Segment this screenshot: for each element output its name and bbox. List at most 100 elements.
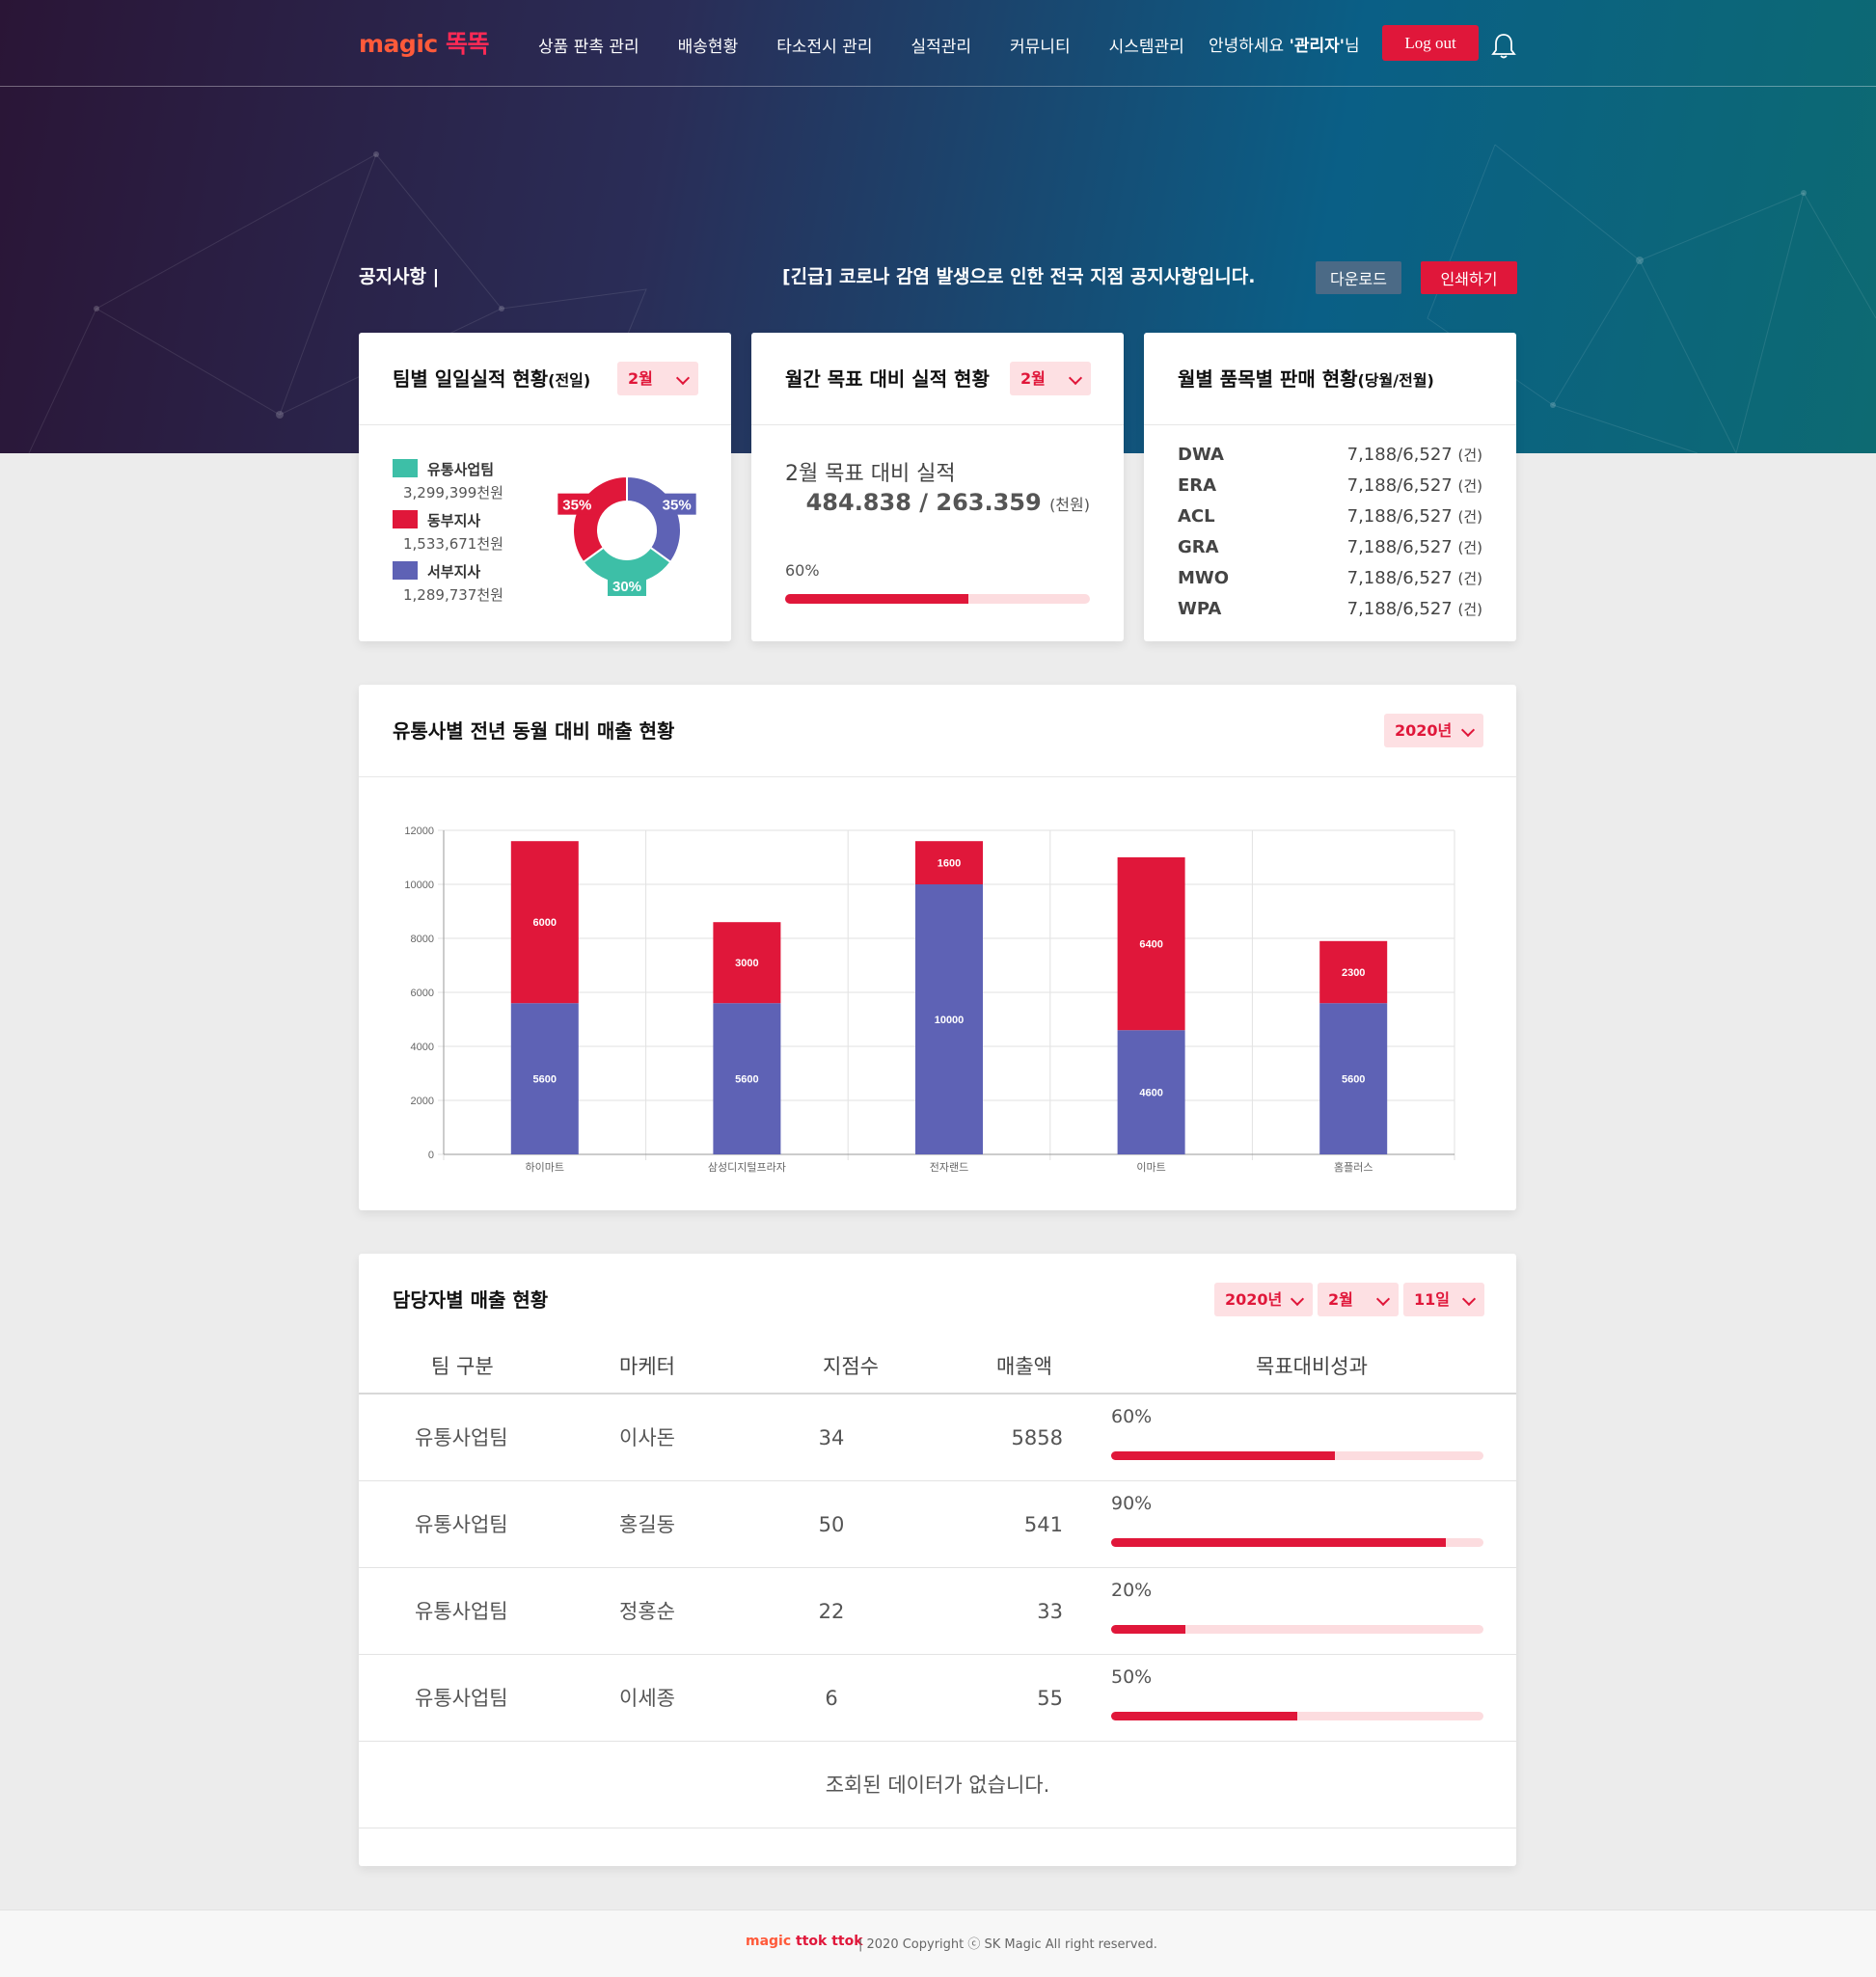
- menu-system[interactable]: 시스템관리: [1109, 33, 1184, 57]
- product-row: MWO 7,188/6,527 (건): [1178, 568, 1482, 599]
- bar-value-label: 5600: [1342, 1074, 1365, 1086]
- product-row: WPA 7,188/6,527 (건): [1178, 599, 1482, 630]
- bar-value-label: 1600: [938, 858, 961, 870]
- chevron-down-icon: [675, 370, 691, 386]
- table-row[interactable]: 유통사업팀 정홍순 22 33 20%: [359, 1568, 1516, 1655]
- branches-cell: 34: [818, 1426, 845, 1449]
- card-header: 팀별 일일실적 현황(전일) 2월: [359, 333, 731, 425]
- chevron-down-icon: [1068, 370, 1083, 386]
- year-select[interactable]: 2020년: [1384, 714, 1483, 747]
- y-tick-label: 8000: [411, 934, 434, 945]
- y-tick-label: 10000: [404, 880, 434, 891]
- notice-label: 공지사항 |: [359, 266, 440, 287]
- x-tick-label: 홈플러스: [1334, 1160, 1373, 1174]
- performance-bar: [1111, 1538, 1483, 1547]
- legend-swatch: [393, 510, 418, 528]
- month-select[interactable]: 2월: [1318, 1283, 1399, 1316]
- column-header: 매출액: [996, 1355, 1052, 1378]
- menu-community[interactable]: 커뮤니티: [1010, 33, 1071, 57]
- legend-value: 1,289,737천원: [403, 586, 503, 604]
- legend-swatch: [393, 459, 418, 477]
- product-value: 7,188/6,527 (건): [1346, 568, 1482, 588]
- product-name: WPA: [1178, 599, 1222, 619]
- day-select[interactable]: 11일: [1403, 1283, 1484, 1316]
- product-row: ACL 7,188/6,527 (건): [1178, 506, 1482, 537]
- donut-label: 35%: [562, 498, 591, 514]
- sales-cell: 5858: [1011, 1426, 1063, 1449]
- card-title: 팀별 일일실적 현황(전일): [393, 367, 591, 391]
- logout-button[interactable]: Log out: [1382, 25, 1479, 61]
- brand-logo[interactable]: magic 똑똑: [359, 25, 489, 60]
- y-tick-label: 4000: [411, 1042, 434, 1053]
- branches-cell: 22: [818, 1600, 845, 1623]
- print-button[interactable]: 인쇄하기: [1421, 261, 1517, 294]
- product-name: DWA: [1178, 445, 1224, 465]
- card-title: 월별 품목별 판매 현황(당월/전월): [1178, 367, 1434, 391]
- menu-delivery-status[interactable]: 배송현황: [678, 33, 739, 57]
- empty-row: 조회된 데이터가 없습니다.: [359, 1742, 1516, 1828]
- product-value: 7,188/6,527 (건): [1346, 506, 1482, 527]
- branches-cell: 50: [818, 1513, 845, 1536]
- top-navigation: magic 똑똑 상품 판촉 관리 배송현황 타소전시 관리 실적관리 커뮤니티…: [0, 0, 1876, 87]
- product-row: ERA 7,188/6,527 (건): [1178, 475, 1482, 506]
- performance-percent: 50%: [1111, 1666, 1153, 1688]
- chevron-down-icon: [1290, 1291, 1305, 1307]
- year-select[interactable]: 2020년: [1214, 1283, 1313, 1316]
- month-select[interactable]: 2월: [1010, 362, 1091, 395]
- product-row: DWA 7,188/6,527 (건): [1178, 445, 1482, 475]
- yoy-sales-card: 유통사별 전년 동월 대비 매출 현황 2020년 0 2000 4000 6000 8…: [359, 685, 1516, 1210]
- target-value: 484.838 / 263.359 (천원): [805, 489, 1090, 516]
- product-name: MWO: [1178, 568, 1230, 588]
- performance-bar: [1111, 1451, 1483, 1460]
- y-tick-label: 6000: [411, 988, 434, 999]
- team-daily-card: 팀별 일일실적 현황(전일) 2월 유통사업팀 3,299,399천원 동부지사…: [359, 333, 731, 641]
- product-name: ERA: [1178, 475, 1217, 496]
- month-select[interactable]: 2월: [617, 362, 698, 395]
- bar-value-label: 3000: [735, 958, 758, 969]
- bar-value-label: 6000: [533, 917, 557, 929]
- x-tick-label: 이마트: [1136, 1161, 1165, 1174]
- x-tick-label: 삼성디지털프라자: [708, 1161, 786, 1174]
- column-header: 목표대비성과: [1256, 1355, 1368, 1378]
- product-value: 7,188/6,527 (건): [1346, 537, 1482, 557]
- bar-value-label: 5600: [735, 1074, 758, 1086]
- table-row[interactable]: 유통사업팀 이사돈 34 5858 60%: [359, 1395, 1516, 1481]
- bar-value-label: 10000: [935, 1015, 965, 1026]
- notice-text[interactable]: [긴급] 코로나 감염 발생으로 인한 전국 지점 공지사항입니다.: [782, 262, 1255, 288]
- bell-icon[interactable]: [1491, 32, 1516, 59]
- menu-other-display[interactable]: 타소전시 관리: [776, 33, 872, 57]
- target-label: 2월 목표 대비 실적: [785, 462, 956, 486]
- legend-name: 유통사업팀: [427, 461, 495, 478]
- card-header: 월별 품목별 판매 현황(당월/전월): [1144, 333, 1516, 425]
- x-tick-label: 하이마트: [526, 1160, 564, 1174]
- table-row[interactable]: 유통사업팀 이세종 6 55 50%: [359, 1655, 1516, 1742]
- product-name: GRA: [1178, 537, 1219, 557]
- bar-value-label: 4600: [1139, 1088, 1162, 1099]
- monthly-target-card: 월간 목표 대비 실적 현황 2월 2월 목표 대비 실적 484.838 / …: [751, 333, 1124, 641]
- target-progress-bar: [785, 594, 1090, 604]
- product-row: GRA 7,188/6,527 (건): [1178, 537, 1482, 568]
- performance-fill: [1111, 1538, 1447, 1547]
- card-header: 월간 목표 대비 실적 현황 2월: [751, 333, 1124, 425]
- empty-message: 조회된 데이터가 없습니다.: [825, 1774, 1050, 1797]
- table-row[interactable]: 유통사업팀 홍길동 50 541 90%: [359, 1481, 1516, 1568]
- footer-logo: magic ttok ttok: [746, 1934, 863, 1949]
- greeting-text: 안녕하세요 '관리자'님: [1209, 37, 1360, 56]
- sales-by-rep-card: 담당자별 매출 현황 2020년 2월 11일 팀 구분 마케터 지점수 매출액…: [359, 1254, 1516, 1866]
- bar-value-label: 2300: [1342, 967, 1365, 979]
- performance-percent: 60%: [1111, 1406, 1153, 1427]
- stacked-bar-chart: 0 2000 4000 6000 8000 10000 12000 5600 6000 하이마트 5…: [404, 826, 1455, 1174]
- target-progress-fill: [785, 594, 968, 604]
- performance-percent: 90%: [1111, 1493, 1153, 1514]
- menu-performance[interactable]: 실적관리: [911, 33, 971, 57]
- y-tick-label: 2000: [411, 1096, 434, 1107]
- product-name: ACL: [1178, 506, 1215, 527]
- chevron-down-icon: [1375, 1291, 1391, 1307]
- sales-cell: 33: [1037, 1600, 1063, 1623]
- card-title: 월간 목표 대비 실적 현황: [785, 367, 990, 391]
- download-button[interactable]: 다운로드: [1316, 261, 1401, 294]
- copyright-text: | 2020 Copyright ⓒ SK Magic All right re…: [858, 1937, 1157, 1952]
- footer: magic ttok ttok | 2020 Copyright ⓒ SK Ma…: [0, 1909, 1876, 1977]
- menu-product-promotion[interactable]: 상품 판촉 관리: [538, 33, 639, 57]
- chevron-down-icon: [1461, 1291, 1477, 1307]
